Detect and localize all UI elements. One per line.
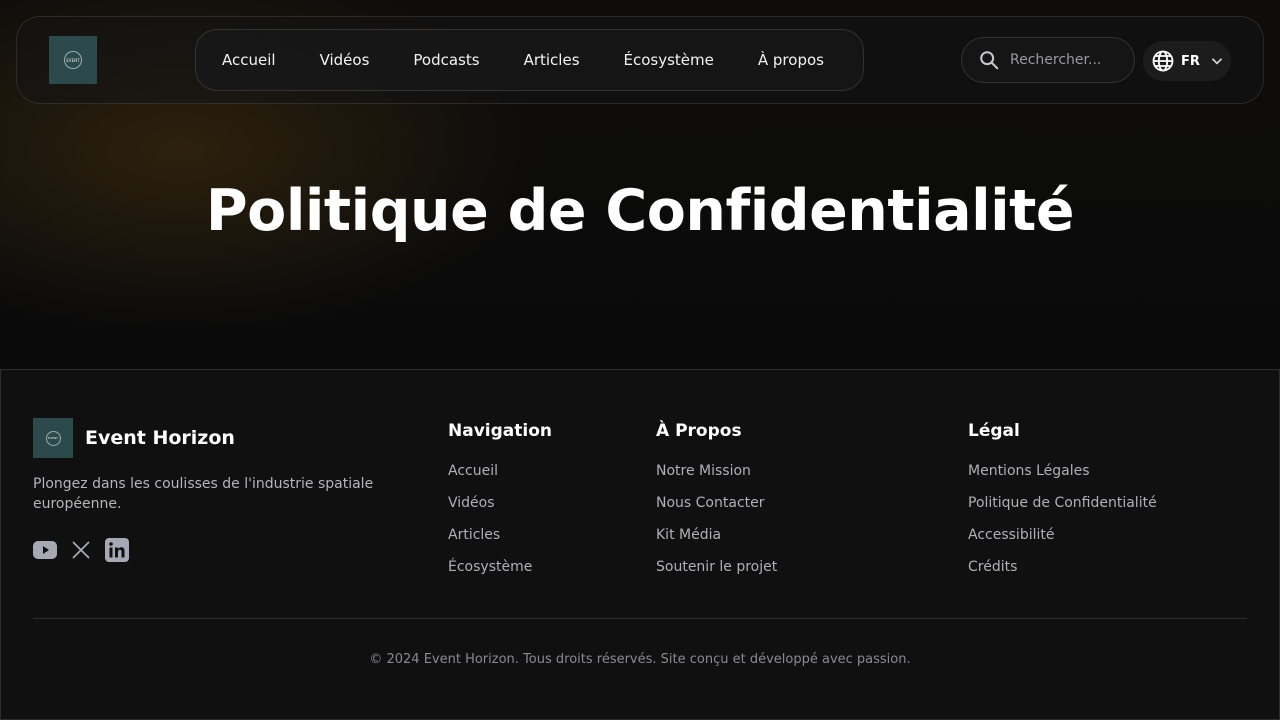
nav-item-articles[interactable]: Articles (502, 40, 602, 80)
footer-link-articles[interactable]: Articles (448, 525, 552, 557)
footer-link-notre-mission[interactable]: Notre Mission (656, 461, 777, 493)
footer-link-nous-contacter[interactable]: Nous Contacter (656, 493, 777, 525)
page-title: Politique de Confidentialité (205, 178, 1075, 244)
footer-link-accueil[interactable]: Accueil (448, 461, 552, 493)
nav-item-accueil[interactable]: Accueil (200, 40, 298, 80)
footer-column-navigation: Navigation Accueil Vidéos Articles Écosy… (448, 421, 552, 589)
footer-brand-name: Event Horizon (85, 427, 235, 449)
x-icon[interactable] (71, 540, 91, 560)
language-selector[interactable]: FR (1143, 41, 1231, 81)
site-footer: EVENT Event Horizon Plongez dans les cou… (0, 369, 1280, 720)
site-logo[interactable]: EVENT (49, 36, 97, 84)
copyright-text: © 2024 Event Horizon. Tous droits réserv… (369, 652, 911, 667)
nav-item-podcasts[interactable]: Podcasts (391, 40, 501, 80)
footer-column-title: À Propos (656, 421, 742, 441)
footer-column-title: Légal (968, 421, 1020, 441)
footer-link-politique-confidentialite[interactable]: Politique de Confidentialité (968, 493, 1157, 525)
language-label: FR (1181, 53, 1200, 69)
footer-column-a-propos: À Propos Notre Mission Nous Contacter Ki… (656, 421, 777, 589)
footer-tagline: Plongez dans les coulisses de l'industri… (33, 476, 374, 512)
logo-emblem: EVENT (64, 51, 82, 69)
chevron-down-icon (1210, 54, 1224, 68)
search-icon (978, 49, 1000, 71)
linkedin-icon[interactable] (105, 538, 129, 562)
logo-text: EVENT (66, 57, 80, 63)
footer-logo[interactable]: EVENT (33, 418, 73, 458)
footer-link-mentions-legales[interactable]: Mentions Légales (968, 461, 1157, 493)
search-box[interactable] (961, 37, 1135, 83)
globe-icon (1151, 49, 1175, 73)
footer-logo-emblem: EVENT (45, 430, 61, 446)
footer-divider (33, 618, 1247, 619)
footer-link-kit-media[interactable]: Kit Média (656, 525, 777, 557)
youtube-icon[interactable] (33, 541, 57, 559)
nav-item-videos[interactable]: Vidéos (298, 40, 392, 80)
main-nav: Accueil Vidéos Podcasts Articles Écosyst… (195, 29, 864, 91)
footer-link-soutenir[interactable]: Soutenir le projet (656, 557, 777, 589)
social-links (33, 538, 129, 562)
footer-link-accessibilite[interactable]: Accessibilité (968, 525, 1157, 557)
search-input[interactable] (1010, 52, 1120, 68)
footer-link-videos[interactable]: Vidéos (448, 493, 552, 525)
site-header: EVENT Accueil Vidéos Podcasts Articles É… (16, 16, 1264, 104)
footer-logo-text: EVENT (48, 436, 58, 440)
footer-column-legal: Légal Mentions Légales Politique de Conf… (968, 421, 1157, 589)
footer-link-credits[interactable]: Crédits (968, 557, 1157, 589)
footer-column-title: Navigation (448, 421, 552, 441)
nav-item-a-propos[interactable]: À propos (736, 40, 846, 80)
footer-link-ecosysteme[interactable]: Écosystème (448, 557, 552, 589)
nav-item-ecosysteme[interactable]: Écosystème (602, 40, 736, 80)
